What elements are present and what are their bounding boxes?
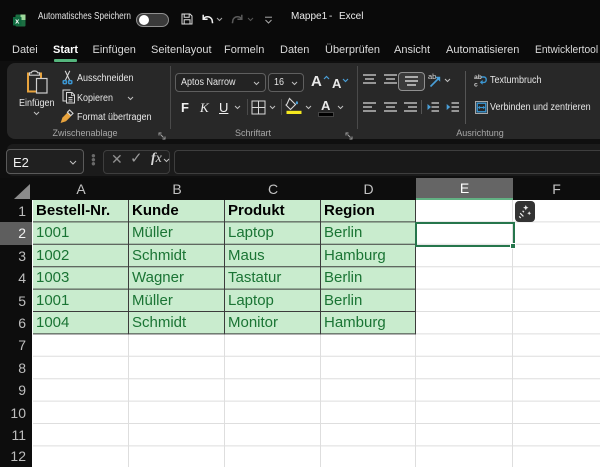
svg-text:ab: ab xyxy=(428,72,436,81)
svg-text:ab: ab xyxy=(474,74,482,81)
svg-text:c: c xyxy=(474,82,478,88)
